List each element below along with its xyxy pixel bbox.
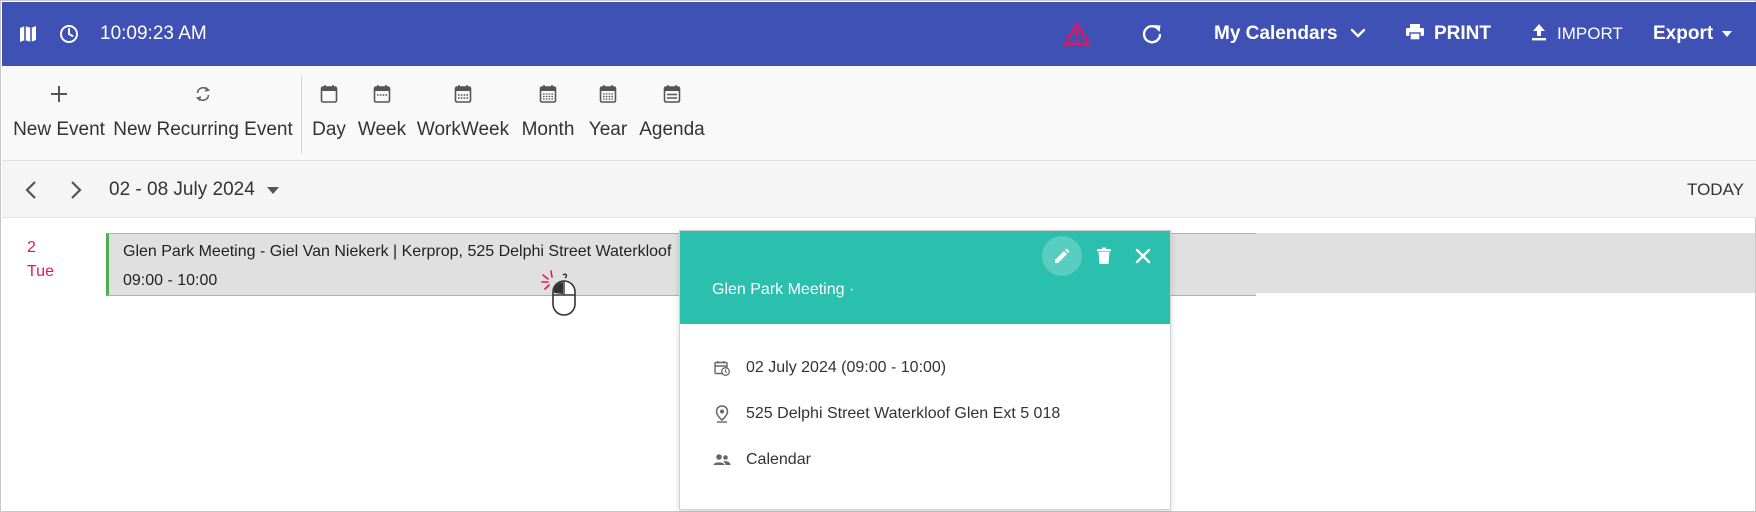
chevron-right-icon — [71, 180, 82, 199]
popup-date-text: 02 July 2024 (09:00 - 10:00) — [746, 359, 947, 376]
view-year-label: Year — [588, 119, 628, 140]
pencil-icon — [1055, 248, 1070, 263]
next-button[interactable] — [69, 161, 83, 218]
chevron-down-icon — [1350, 25, 1366, 43]
calendar-day-icon — [320, 83, 338, 105]
view-agenda-button[interactable]: Agenda — [639, 66, 705, 161]
mouse-click-icon — [541, 269, 577, 326]
view-agenda-label: Agenda — [639, 119, 705, 140]
new-recurring-event-button[interactable]: New Recurring Event — [113, 66, 293, 161]
view-month-button[interactable]: Month — [519, 66, 577, 161]
agenda-day-name: Tue — [27, 263, 54, 280]
view-day-label: Day — [312, 119, 346, 140]
popup-title: Glen Park Meeting · — [712, 281, 855, 298]
view-workweek-button[interactable]: WorkWeek — [417, 66, 509, 161]
calendar-month-icon — [539, 83, 557, 105]
import-label: IMPORT — [1557, 24, 1623, 43]
print-label: PRINT — [1434, 23, 1491, 44]
export-label: Export — [1653, 23, 1714, 44]
calendar-agenda-icon — [663, 83, 681, 105]
date-range-label: 02 - 08 July 2024 — [109, 178, 255, 200]
view-week-button[interactable]: Week — [357, 66, 407, 161]
today-button[interactable]: TODAY — [1687, 161, 1744, 218]
calendar-year-icon — [599, 83, 617, 105]
view-workweek-label: WorkWeek — [416, 119, 510, 140]
event-time: 09:00 - 10:00 — [123, 272, 218, 289]
close-icon — [1135, 248, 1151, 264]
top-bar: 10:09:23 AM My Calendars PRINT IMPORT Ex… — [2, 2, 1756, 66]
popup-header: Glen Park Meeting · — [680, 231, 1170, 324]
popup-calendar-text: Calendar — [746, 451, 811, 468]
upload-icon — [1531, 23, 1547, 46]
warning-icon[interactable] — [1064, 2, 1090, 66]
calendar-workweek-icon — [454, 83, 472, 105]
close-button[interactable] — [1123, 236, 1163, 276]
calendar-clock-icon — [712, 360, 732, 376]
plus-icon — [49, 83, 69, 105]
date-navigation-bar: 02 - 08 July 2024 TODAY — [2, 161, 1756, 218]
current-time: 10:09:23 AM — [100, 23, 207, 44]
export-dropdown[interactable]: Export — [1653, 2, 1733, 66]
calendar-week-icon — [373, 83, 391, 105]
chevron-left-icon — [25, 180, 36, 199]
event-title: Glen Park Meeting - Giel Van Niekerk | K… — [123, 243, 672, 260]
map-icon[interactable] — [18, 2, 38, 66]
caret-down-icon — [266, 181, 279, 199]
delete-button[interactable] — [1084, 236, 1124, 276]
repeat-icon — [194, 83, 212, 105]
app-frame: 10:09:23 AM My Calendars PRINT IMPORT Ex… — [0, 0, 1756, 512]
popup-calendar-row: Calendar — [712, 448, 811, 472]
edit-button[interactable] — [1042, 236, 1082, 276]
print-button[interactable]: PRINT — [1405, 2, 1491, 66]
date-range-picker[interactable]: 02 - 08 July 2024 — [109, 161, 279, 218]
event-quick-info-popup: Glen Park Meeting · 02 July 2024 (09:00 … — [679, 230, 1171, 510]
my-calendars-dropdown[interactable]: My Calendars — [1214, 2, 1366, 66]
new-event-label: New Event — [13, 119, 105, 140]
print-icon — [1405, 23, 1425, 46]
refresh-icon[interactable] — [1141, 2, 1163, 66]
trash-icon — [1097, 247, 1111, 264]
location-pin-icon — [712, 405, 732, 423]
people-icon — [712, 453, 732, 467]
new-recurring-event-label: New Recurring Event — [113, 119, 293, 140]
agenda-day-number: 2 — [27, 239, 36, 256]
clock-icon — [59, 2, 79, 66]
previous-button[interactable] — [24, 161, 38, 218]
scheduler-toolbar: New Event New Recurring Event Day Week W… — [2, 66, 1756, 161]
popup-location-text: 525 Delphi Street Waterkloof Glen Ext 5 … — [746, 405, 1061, 422]
view-year-button[interactable]: Year — [587, 66, 629, 161]
import-button[interactable]: IMPORT — [1531, 2, 1623, 66]
toolbar-divider — [301, 76, 302, 154]
view-day-button[interactable]: Day — [312, 66, 346, 161]
caret-down-icon — [1721, 25, 1733, 43]
popup-location-row: 525 Delphi Street Waterkloof Glen Ext 5 … — [712, 402, 1060, 426]
popup-date-row: 02 July 2024 (09:00 - 10:00) — [712, 356, 946, 380]
new-event-button[interactable]: New Event — [13, 66, 105, 161]
view-week-label: Week — [357, 119, 407, 140]
view-month-label: Month — [521, 119, 575, 140]
my-calendars-label: My Calendars — [1214, 23, 1338, 44]
